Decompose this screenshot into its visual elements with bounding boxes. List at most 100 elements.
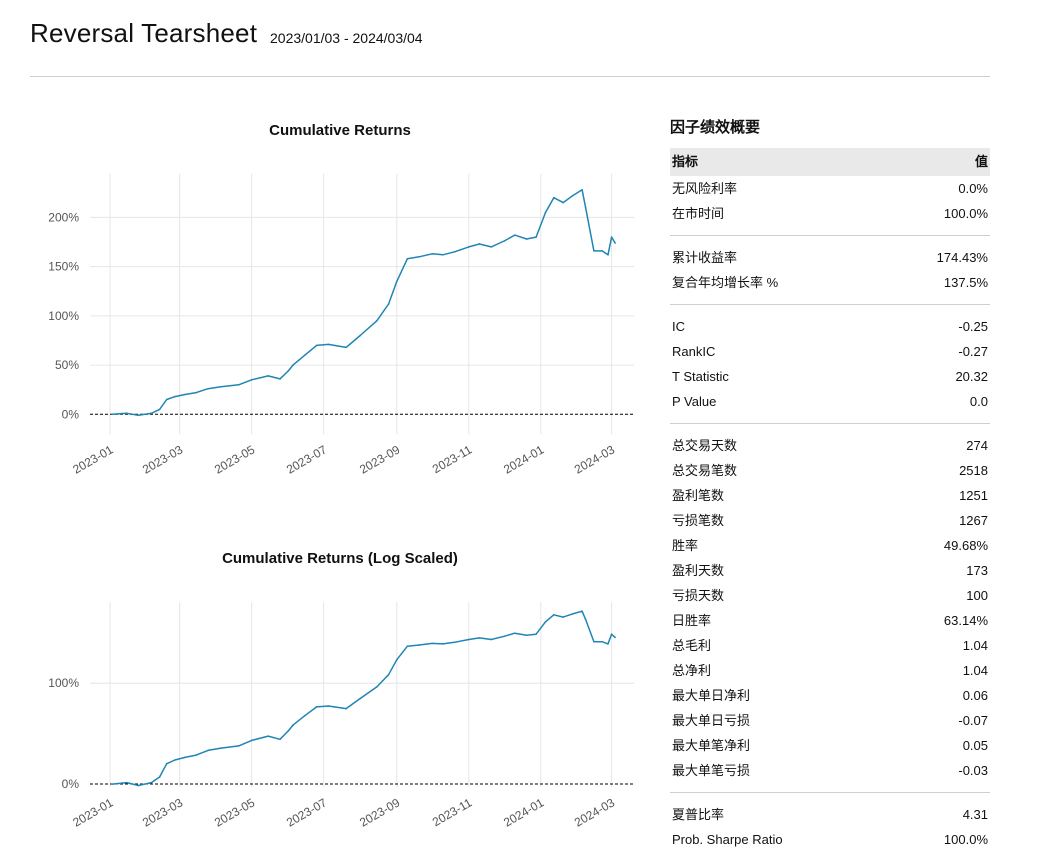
data-point (207, 749, 209, 752)
metric-row: 夏普比率 4.31 (670, 802, 990, 827)
metric-value: 173 (966, 563, 988, 578)
data-point (375, 686, 378, 688)
data-point (601, 250, 603, 252)
metric-row: 胜率 49.68% (670, 533, 990, 558)
data-point (610, 236, 613, 238)
data-point (601, 640, 603, 643)
x-tick-label: 2023-03 (140, 795, 185, 829)
metric-label: RankIC (672, 344, 716, 359)
metric-row: 总毛利 1.04 (670, 633, 990, 658)
data-point (250, 739, 253, 742)
cumulative-returns-log-chart: Cumulative Returns (Log Scaled) 2023-01 20… (48, 550, 634, 830)
data-point (562, 616, 564, 618)
chart-title: Cumulative Returns (Log Scaled) (222, 550, 458, 567)
y-tick-label: 100% (48, 676, 79, 690)
data-point (195, 754, 198, 756)
data-point (165, 398, 168, 401)
metric-value: 0.06 (962, 688, 988, 703)
data-point (183, 756, 186, 759)
metric-label: 复合年均增长率 % (672, 275, 779, 290)
data-point (581, 189, 583, 191)
data-point (453, 641, 456, 644)
x-tick-label: 2023-03 (140, 442, 185, 476)
data-point (158, 776, 161, 778)
data-point (327, 705, 330, 707)
data-point (544, 211, 547, 214)
x-tick-label: 2023-07 (284, 442, 329, 476)
metrics-table-body: 无风险利率 0.0% 在市时间 100.0% 累计收益率 174.43% 复合年均增长率 %… (670, 176, 990, 852)
x-tick-label: 2023-11 (430, 795, 475, 829)
metric-value: 63.14% (943, 613, 988, 628)
data-point (220, 385, 222, 388)
data-point (292, 724, 294, 726)
data-point (610, 633, 613, 636)
y-tick-label: 100% (48, 309, 79, 323)
metric-row: IC -0.25 (670, 314, 990, 339)
data-point (571, 194, 574, 197)
data-point (279, 378, 281, 380)
x-tick-label: 2023-05 (212, 795, 257, 829)
x-tick-label: 2024-03 (572, 442, 617, 476)
metric-row: 日胜率 63.14% (670, 608, 990, 633)
metrics-title: 因子绩效概要 (670, 119, 761, 136)
data-point (431, 642, 434, 645)
data-point (359, 334, 362, 337)
y-tick-label: 50% (55, 358, 79, 372)
metric-row: P Value 0.0 (670, 389, 990, 414)
metric-value: 100.0% (943, 206, 988, 221)
y-tick-label: 150% (48, 260, 79, 274)
data-point (406, 645, 409, 647)
data-point (375, 319, 378, 322)
metrics-divider (670, 792, 990, 793)
data-point (503, 240, 505, 242)
data-point (111, 413, 114, 416)
data-point (237, 383, 240, 386)
date-range: 2023/01/03 - 2024/03/04 (270, 30, 423, 46)
data-point (137, 414, 140, 417)
data-point (581, 610, 583, 613)
data-point (396, 658, 398, 661)
metric-label: 最大单日亏损 (672, 713, 751, 728)
col-metric-header: 指标 (672, 154, 699, 169)
metrics-panel: 因子绩效概要 指标 值 无风险利率 0.0% 在市时间 100.0% 累计收益率 174.… (670, 116, 990, 852)
data-point (183, 393, 186, 396)
metric-value: 1.04 (962, 638, 988, 653)
metric-value: 2518 (959, 463, 988, 478)
x-tick-label: 2023-01 (70, 442, 115, 476)
data-point (150, 781, 153, 784)
data-point (207, 387, 209, 390)
metrics-table-header: 指标 值 (670, 148, 990, 176)
metric-value: -0.27 (958, 344, 988, 359)
data-point (503, 635, 505, 638)
data-point (287, 370, 290, 372)
metric-value: 20.32 (955, 369, 988, 384)
data-point (387, 673, 390, 676)
metric-row: 在市时间 100.0% (670, 201, 990, 226)
data-point (593, 250, 595, 252)
metric-label: 无风险利率 (672, 181, 738, 196)
metric-label: Prob. Sharpe Ratio (672, 832, 783, 847)
metric-value: 274 (966, 438, 988, 453)
data-point (418, 255, 421, 258)
data-point (453, 251, 456, 253)
data-point (315, 344, 318, 347)
data-point (614, 242, 616, 244)
data-point (406, 257, 409, 260)
data-point (490, 246, 493, 248)
metric-label: 总净利 (672, 663, 712, 678)
series-line (112, 189, 616, 417)
metric-label: 夏普比率 (672, 807, 725, 822)
data-point (195, 391, 198, 394)
data-point (431, 253, 434, 255)
x-tick-label: 2023-09 (357, 795, 402, 829)
data-point (359, 697, 362, 700)
data-point (418, 644, 421, 646)
col-value-header: 值 (974, 154, 988, 169)
x-tick-label: 2023-09 (357, 442, 402, 476)
metric-label: 总毛利 (672, 638, 712, 653)
metric-row: 总净利 1.04 (670, 658, 990, 683)
metric-value: -0.25 (958, 319, 988, 334)
metric-row: 总交易天数 274 (670, 433, 990, 458)
data-point (237, 745, 240, 747)
metric-label: 最大单日净利 (672, 688, 751, 703)
